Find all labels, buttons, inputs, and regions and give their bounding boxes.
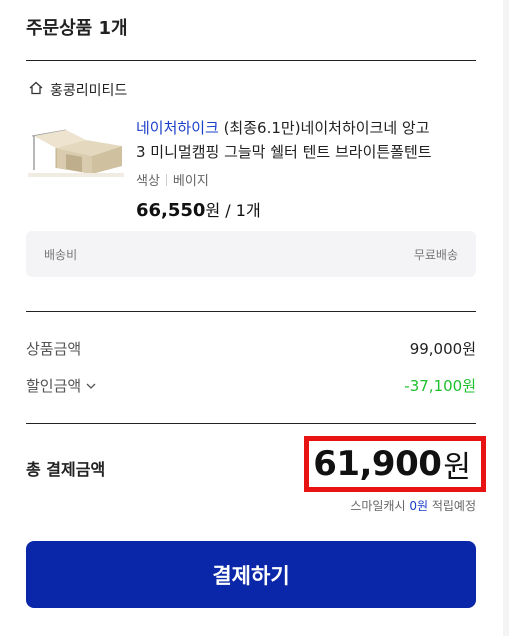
price-unit: 원 — [205, 201, 221, 220]
seller-link[interactable]: 홍콩리미티드 — [28, 80, 127, 100]
discount-row: 할인금액 -37,100원 — [26, 375, 476, 396]
chevron-down-icon — [86, 383, 96, 389]
goods-amount-label: 상품금액 — [26, 340, 82, 358]
cash-prefix: 스마일캐시 — [350, 499, 410, 513]
shipping-info: 배송비 무료배송 — [26, 231, 476, 277]
option-value: 베이지 — [172, 174, 209, 189]
product-title-text: (최종6.1만)네이처하이크네 앙고 — [218, 119, 430, 137]
product-title-line2: 3 미니멀캠핑 그늘막 쉘터 텐트 브라이튼폴텐트 — [136, 143, 432, 161]
option-label: 색상 — [136, 174, 160, 189]
product-thumbnail[interactable] — [26, 118, 126, 190]
product-option: 색상 베이지 — [136, 170, 209, 189]
pay-button[interactable]: 결제하기 — [26, 541, 476, 608]
scrollbar-track — [503, 0, 509, 636]
divider — [26, 60, 476, 61]
total-label: 총 결제금액 — [26, 460, 106, 479]
shipping-label: 배송비 — [44, 247, 78, 262]
discount-value: -37,100원 — [404, 377, 476, 395]
total-amount: 61,900 — [313, 444, 442, 484]
total-amount-highlight: 61,900 원 — [304, 436, 486, 492]
divider — [26, 311, 476, 312]
home-icon — [28, 80, 44, 100]
order-items-title: 주문상품 1개 — [26, 18, 128, 39]
option-separator — [165, 173, 167, 186]
quantity: / 1개 — [220, 201, 261, 220]
product-price: 66,550원 / 1개 — [136, 197, 261, 221]
total-unit: 원 — [443, 450, 471, 485]
goods-amount-row: 상품금액 99,000원 — [26, 338, 476, 359]
product-title[interactable]: 네이처하이크 (최종6.1만)네이처하이크네 앙고 3 미니멀캠핑 그늘막 쉘터… — [136, 116, 478, 164]
cash-amount: 0원 — [409, 499, 429, 513]
price-amount: 66,550 — [136, 200, 206, 221]
seller-name: 홍콩리미티드 — [50, 83, 128, 99]
goods-amount-value: 99,000원 — [409, 340, 476, 358]
shipping-value: 무료배송 — [413, 247, 458, 262]
cash-suffix: 적립예정 — [428, 499, 476, 513]
smile-cash-info: 스마일캐시 0원 적립예정 — [350, 497, 476, 514]
discount-toggle[interactable]: 할인금액 — [26, 375, 97, 396]
divider — [26, 423, 476, 424]
discount-label: 할인금액 — [26, 377, 82, 395]
product-brand[interactable]: 네이처하이크 — [136, 119, 219, 137]
